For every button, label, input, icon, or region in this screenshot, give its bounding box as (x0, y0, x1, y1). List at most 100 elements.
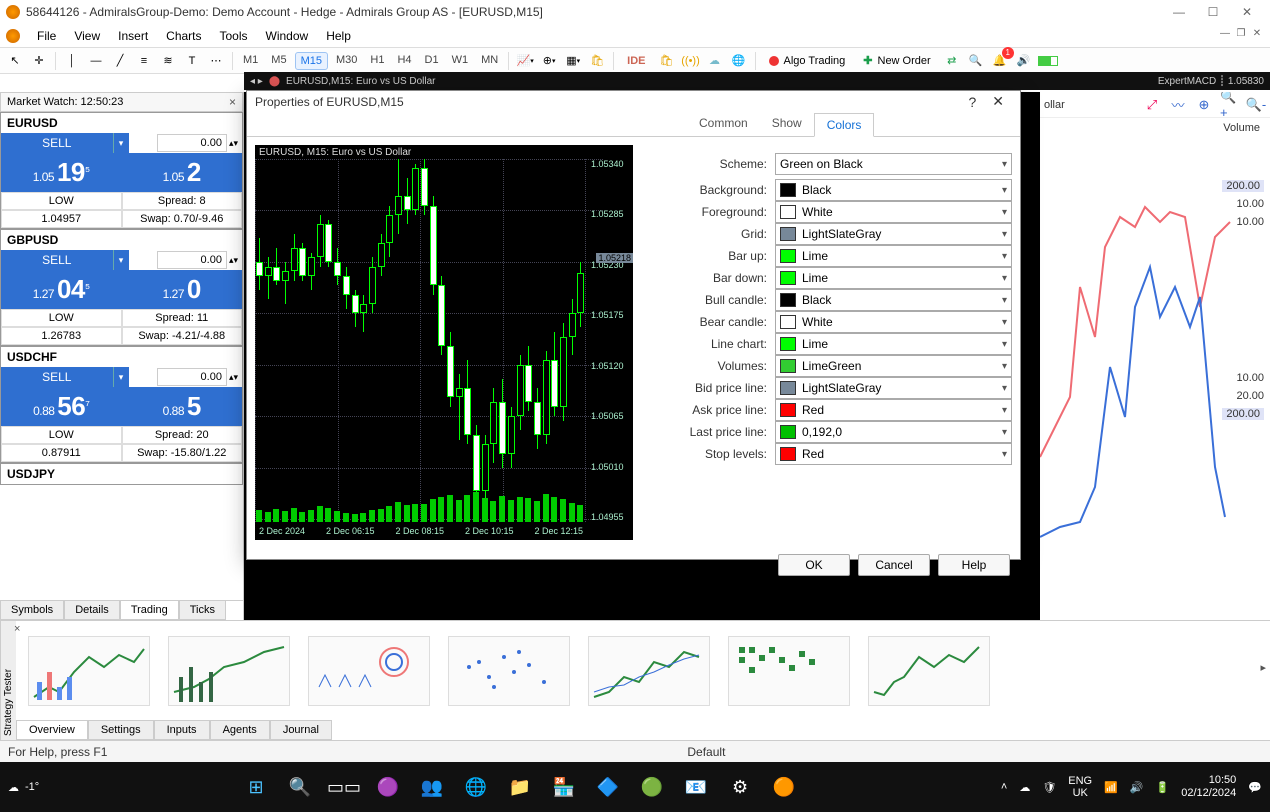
zoom-out-button[interactable]: 🔍- (1246, 95, 1266, 115)
mw-tab-symbols[interactable]: Symbols (0, 601, 64, 620)
onedrive-icon[interactable]: ☁ (1019, 781, 1030, 794)
app-icon[interactable]: 🔷 (594, 773, 622, 801)
settings-icon[interactable]: ⚙ (726, 773, 754, 801)
ok-button[interactable]: OK (778, 554, 850, 576)
vertical-line-button[interactable]: │ (61, 50, 83, 72)
timeframe-M30[interactable]: M30 (331, 52, 362, 70)
tester-thumb[interactable] (868, 636, 990, 706)
tester-tab-journal[interactable]: Journal (270, 720, 332, 740)
tester-thumb[interactable] (168, 636, 290, 706)
menu-view[interactable]: View (65, 27, 109, 45)
search-button[interactable]: 🔍 (965, 50, 987, 72)
mw-tab-details[interactable]: Details (64, 601, 120, 620)
timeframe-W1[interactable]: W1 (447, 52, 474, 70)
fibonacci-button[interactable]: ≋ (157, 50, 179, 72)
depth-of-market-button[interactable]: ⇄ (941, 50, 963, 72)
mdi-restore-button[interactable]: ❐ (1234, 28, 1248, 39)
color-select-volumes[interactable]: LimeGreen▾ (775, 355, 1012, 377)
timeframe-D1[interactable]: D1 (420, 52, 444, 70)
timeframe-MN[interactable]: MN (476, 52, 503, 70)
menu-tools[interactable]: Tools (211, 27, 257, 45)
scheme-select[interactable]: Green on Black▾ (775, 153, 1012, 175)
color-select-bidpriceline[interactable]: LightSlateGray▾ (775, 377, 1012, 399)
cancel-button[interactable]: Cancel (858, 554, 930, 576)
help-button[interactable]: Help (938, 554, 1010, 576)
taskbar-clock[interactable]: 10:5002/12/2024 (1181, 774, 1236, 800)
window-minimize-button[interactable]: — (1162, 1, 1196, 23)
security-icon[interactable]: 🛡 (1042, 781, 1056, 794)
dialog-tab-colors[interactable]: Colors (814, 113, 875, 137)
notifications-icon[interactable]: 💬 (1248, 781, 1262, 794)
color-select-askpriceline[interactable]: Red▾ (775, 399, 1012, 421)
timeframe-H4[interactable]: H4 (392, 52, 416, 70)
menu-help[interactable]: Help (317, 27, 360, 45)
trendline-button[interactable]: ╱ (109, 50, 131, 72)
market-watch-close-button[interactable]: × (229, 95, 236, 109)
dialog-tab-common[interactable]: Common (687, 112, 760, 136)
timeframe-M1[interactable]: M1 (238, 52, 263, 70)
tester-thumb[interactable] (588, 636, 710, 706)
wifi-icon[interactable]: 📶 (1104, 781, 1118, 794)
mt5-icon[interactable]: 🟠 (770, 773, 798, 801)
mw-tab-ticks[interactable]: Ticks (179, 601, 226, 620)
zoom-in-button[interactable]: 🔍+ (1220, 95, 1240, 115)
tester-tab-agents[interactable]: Agents (210, 720, 270, 740)
mw-tab-trading[interactable]: Trading (120, 601, 179, 620)
language-indicator[interactable]: ENGUK (1068, 775, 1092, 799)
ask-price[interactable]: 1.05 2 (122, 153, 243, 192)
menu-file[interactable]: File (28, 27, 65, 45)
sell-button[interactable]: SELL (1, 250, 113, 270)
indicator-btn-1[interactable]: ⤢ (1142, 95, 1162, 115)
equidistant-channel-button[interactable]: ≡ (133, 50, 155, 72)
tester-tab-settings[interactable]: Settings (88, 720, 154, 740)
ask-price[interactable]: 0.88 5 (122, 387, 243, 426)
start-button[interactable]: ⊞ (242, 773, 270, 801)
ide-button[interactable]: IDE (619, 51, 653, 71)
taskbar-weather[interactable]: ☁ -1° (8, 781, 39, 794)
copilot-icon[interactable]: 🟣 (374, 773, 402, 801)
chart-nav-arrows[interactable]: ◂ ▸ (250, 76, 263, 87)
store-icon[interactable]: 🏪 (550, 773, 578, 801)
lot-input[interactable] (157, 251, 227, 269)
lot-stepper[interactable]: ▴▾ (227, 255, 238, 266)
dialog-close-button[interactable]: ✕ (984, 91, 1012, 112)
lot-input[interactable] (157, 368, 227, 386)
teams-icon[interactable]: 👥 (418, 773, 446, 801)
tray-chevron-icon[interactable]: ˄ (1001, 781, 1007, 793)
task-view-button[interactable]: ▭▭ (330, 773, 358, 801)
toolbox-button[interactable]: 🛍 (656, 50, 678, 72)
color-select-background[interactable]: Black▾ (775, 179, 1012, 201)
color-select-foreground[interactable]: White▾ (775, 201, 1012, 223)
bid-price[interactable]: 1.27 04⁵ (1, 270, 122, 309)
horizontal-line-button[interactable]: — (85, 50, 107, 72)
new-order-button[interactable]: ✚New Order (855, 51, 938, 71)
tester-thumb[interactable] (28, 636, 150, 706)
templates-button[interactable]: ▦▾ (562, 50, 584, 72)
menu-window[interactable]: Window (257, 27, 318, 45)
bid-price[interactable]: 0.88 56⁷ (1, 387, 122, 426)
sell-dropdown[interactable]: ▾ (113, 250, 129, 270)
window-close-button[interactable]: ✕ (1230, 1, 1264, 23)
tester-thumb[interactable] (448, 636, 570, 706)
crosshair-tool-button[interactable]: ✛ (28, 50, 50, 72)
timeframe-H1[interactable]: H1 (365, 52, 389, 70)
sell-button[interactable]: SELL (1, 133, 113, 153)
timeframe-M5[interactable]: M5 (266, 52, 291, 70)
sell-dropdown[interactable]: ▾ (113, 367, 129, 387)
tester-thumb[interactable] (728, 636, 850, 706)
color-select-bullcandle[interactable]: Black▾ (775, 289, 1012, 311)
tester-close-button[interactable]: × (14, 623, 20, 635)
notifications-button[interactable]: 🔔1 (989, 50, 1011, 72)
line-chart-button[interactable]: 📈▾ (514, 50, 536, 72)
mdi-close-button[interactable]: ✕ (1250, 28, 1264, 39)
dialog-title-bar[interactable]: Properties of EURUSD,M15 ? ✕ (247, 91, 1020, 112)
cursor-tool-button[interactable]: ↖ (4, 50, 26, 72)
color-select-grid[interactable]: LightSlateGray▾ (775, 223, 1012, 245)
sell-button[interactable]: SELL (1, 367, 113, 387)
explorer-icon[interactable]: 📁 (506, 773, 534, 801)
outlook-icon[interactable]: 📧 (682, 773, 710, 801)
objects-more-button[interactable]: ⋯ (205, 50, 227, 72)
indicator-btn-3[interactable]: ⊕ (1194, 95, 1214, 115)
vps-button[interactable]: ☁ (704, 50, 726, 72)
tester-scroll-right[interactable]: ▸ (1260, 661, 1266, 674)
